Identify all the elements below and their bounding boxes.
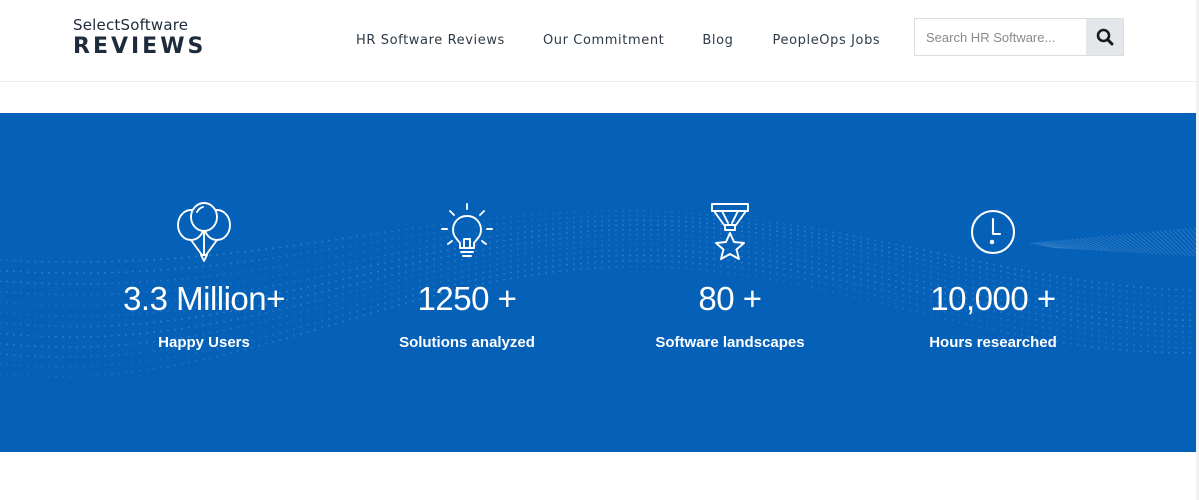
medal-star-icon bbox=[711, 203, 749, 260]
lightbulb-icon bbox=[441, 203, 493, 257]
stat-label: Happy Users bbox=[158, 334, 250, 351]
logo-line-1: SelectSoftware bbox=[73, 16, 189, 34]
main-nav: HR Software Reviews Our Commitment Blog … bbox=[356, 33, 880, 48]
nav-blog[interactable]: Blog bbox=[702, 33, 733, 48]
clock-icon bbox=[970, 209, 1016, 255]
site-header: SelectSoftware REVIEWS HR Software Revie… bbox=[0, 0, 1199, 82]
balloons-icon bbox=[177, 202, 231, 262]
stat-value: 1250 + bbox=[417, 280, 517, 317]
search-input[interactable] bbox=[915, 19, 1086, 55]
stats-section: 3.3 Million+ Happy Users 1250 + Solution… bbox=[0, 113, 1196, 452]
search-icon bbox=[1096, 28, 1113, 46]
search-button[interactable] bbox=[1086, 19, 1123, 55]
stat-value: 80 + bbox=[698, 280, 762, 317]
nav-peopleops-jobs[interactable]: PeopleOps Jobs bbox=[773, 33, 881, 48]
site-logo[interactable]: SelectSoftware REVIEWS bbox=[73, 16, 206, 60]
stat-value: 10,000 + bbox=[930, 280, 1056, 317]
nav-our-commitment[interactable]: Our Commitment bbox=[543, 33, 664, 48]
nav-hr-software-reviews[interactable]: HR Software Reviews bbox=[356, 33, 505, 48]
stat-value: 3.3 Million+ bbox=[123, 280, 285, 317]
search-box bbox=[914, 18, 1124, 56]
stat-label: Hours researched bbox=[929, 334, 1057, 351]
logo-line-2: REVIEWS bbox=[73, 34, 207, 59]
stat-label: Solutions analyzed bbox=[399, 334, 535, 351]
stat-label: Software landscapes bbox=[655, 334, 805, 351]
